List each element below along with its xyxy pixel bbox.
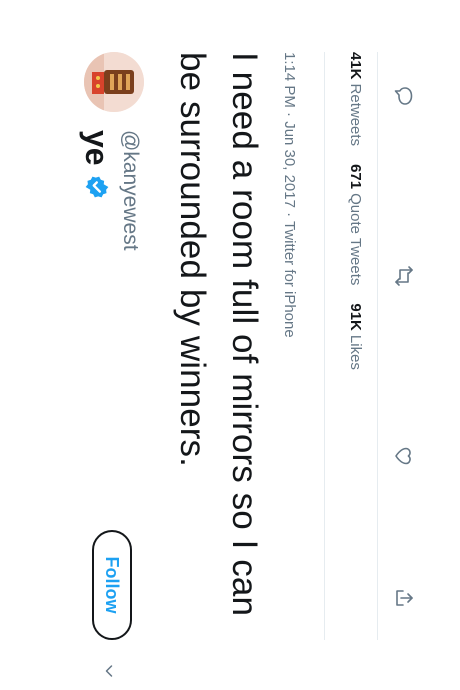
tweet-stats: 41K Retweets 671 Quote Tweets 91K Likes	[347, 52, 364, 370]
quote-tweets-stat[interactable]: 671 Quote Tweets	[347, 164, 364, 285]
reply-icon[interactable]	[392, 84, 416, 108]
user-handle[interactable]: @kanyewest	[118, 130, 142, 251]
likes-stat[interactable]: 91K Likes	[347, 303, 364, 370]
quote-tweets-count: 671	[347, 164, 364, 190]
tweet-timestamp[interactable]: 1:14 PM · Jun 30, 2017 · Twitter for iPh…	[281, 52, 298, 338]
chevron-down-icon[interactable]	[102, 664, 116, 678]
divider	[377, 52, 378, 640]
likes-count: 91K	[347, 303, 364, 331]
quote-tweets-label: Quote Tweets	[347, 193, 364, 286]
user-name-row[interactable]: ye	[79, 130, 115, 200]
likes-label: Likes	[347, 334, 364, 370]
retweets-label: Retweets	[347, 83, 364, 147]
verified-badge-icon	[85, 176, 109, 197]
divider	[324, 52, 325, 640]
avatar-image	[84, 52, 144, 112]
tweet-card: ye @kanyewest Follow I need a room full …	[0, 0, 460, 690]
retweets-count: 41K	[347, 52, 364, 80]
tweet-text: I need a room full of mirrors so I can b…	[173, 52, 264, 617]
display-name[interactable]: ye	[79, 130, 115, 166]
like-icon[interactable]	[392, 444, 416, 468]
share-icon[interactable]	[392, 586, 416, 610]
retweet-icon[interactable]	[392, 264, 416, 288]
retweets-stat[interactable]: 41K Retweets	[347, 52, 364, 146]
tweet-actions	[386, 52, 422, 642]
avatar[interactable]	[84, 52, 144, 112]
follow-button[interactable]: Follow	[92, 530, 132, 640]
